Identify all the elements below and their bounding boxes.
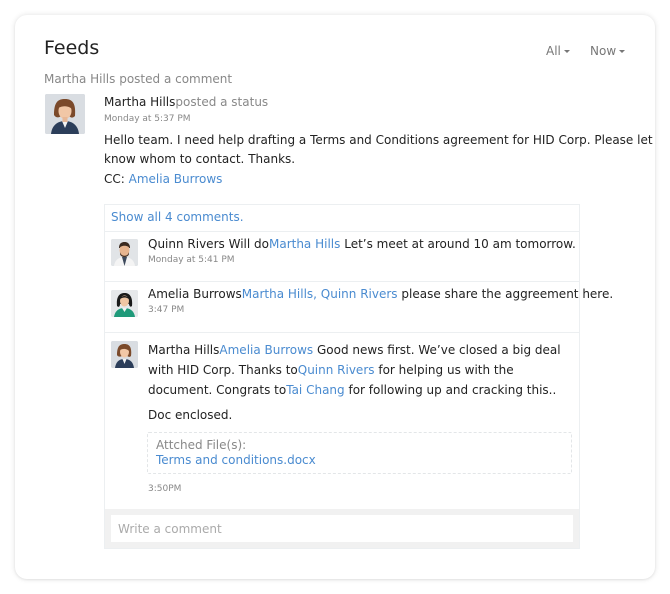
cc-label: CC: (104, 172, 125, 186)
post-timestamp: Monday at 5:37 PM (104, 114, 191, 124)
comment-input[interactable] (111, 515, 573, 542)
comment-composer (105, 509, 579, 548)
comment-author-name[interactable]: Quinn Rivers (148, 237, 225, 251)
filter-now-label: Now (590, 44, 617, 58)
page-title: Feeds (44, 37, 100, 59)
divider (105, 332, 579, 333)
post-author-line: Martha Hillsposted a status (104, 95, 268, 109)
comment-mention-link[interactable]: Tai Chang (286, 383, 344, 397)
comment-amelia-text: Amelia BurrowsMartha Hills, Quinn Rivers… (148, 287, 613, 301)
comment-timestamp: 3:50PM (148, 484, 182, 494)
attachment-box: Attched File(s): Terms and conditions.do… (147, 432, 572, 474)
avatar-martha-hills-image (45, 94, 85, 134)
comment-doc-line: Doc enclosed. (148, 408, 233, 422)
avatar-martha-hills[interactable] (45, 94, 85, 134)
show-all-comments-link[interactable]: Show all 4 comments. (111, 210, 244, 224)
post-cc-line: CC: Amelia Burrows (104, 172, 222, 186)
filter-now-dropdown[interactable]: Now (590, 44, 626, 58)
attachment-file-link[interactable]: Terms and conditions.docx (156, 453, 316, 467)
avatar-quinn-rivers[interactable] (111, 239, 138, 266)
caret-down-icon (619, 50, 626, 53)
post-action: posted a status (175, 95, 269, 109)
avatar-quinn-rivers-image (111, 239, 138, 266)
filter-all-label: All (546, 44, 561, 58)
comment-text: Let’s meet at around 10 am tomorrow. (344, 237, 576, 251)
comment-mention-link[interactable]: Martha Hills (269, 237, 340, 251)
comment-author-name[interactable]: Amelia Burrows (148, 287, 242, 301)
activity-summary: Martha Hills posted a comment (44, 72, 233, 86)
feeds-card: Feeds All Now Martha Hills posted a comm… (15, 15, 655, 579)
comment-mention-link[interactable]: Amelia Burrows (219, 343, 313, 357)
attachment-label: Attched File(s): (156, 438, 247, 452)
avatar-amelia-burrows[interactable] (111, 290, 138, 317)
comment-timestamp: Monday at 5:41 PM (148, 255, 235, 265)
avatar-martha-hills[interactable] (111, 341, 138, 368)
comment-author-name[interactable]: Martha Hills (148, 343, 219, 357)
filter-all-dropdown[interactable]: All (546, 44, 570, 58)
comment-mention-link[interactable]: Martha Hills, Quinn Rivers (242, 287, 398, 301)
caret-down-icon (563, 50, 570, 53)
comment-mention-link[interactable]: Quinn Rivers (298, 363, 375, 377)
comments-panel: Show all 4 comments. Quinn Rivers Will d… (104, 204, 613, 549)
post-author-name[interactable]: Martha Hills (104, 95, 175, 109)
comment-text: please share the aggreement here. (401, 287, 614, 301)
divider (105, 231, 579, 232)
comment-text: for following up and cracking this.. (348, 383, 557, 397)
comment-quinn-text: Quinn Rivers Will doMartha Hills Let’s m… (148, 237, 576, 251)
avatar-martha-hills-image (111, 341, 138, 368)
comment-martha-text: Martha HillsAmelia Burrows Good news fir… (148, 340, 578, 400)
cc-mention-link[interactable]: Amelia Burrows (129, 172, 223, 186)
post-body: Hello team. I need help drafting a Terms… (104, 133, 653, 166)
comment-timestamp: 3:47 PM (148, 305, 185, 315)
avatar-amelia-burrows-image (111, 290, 138, 317)
divider (105, 281, 579, 282)
comment-text: Will do (228, 237, 269, 251)
